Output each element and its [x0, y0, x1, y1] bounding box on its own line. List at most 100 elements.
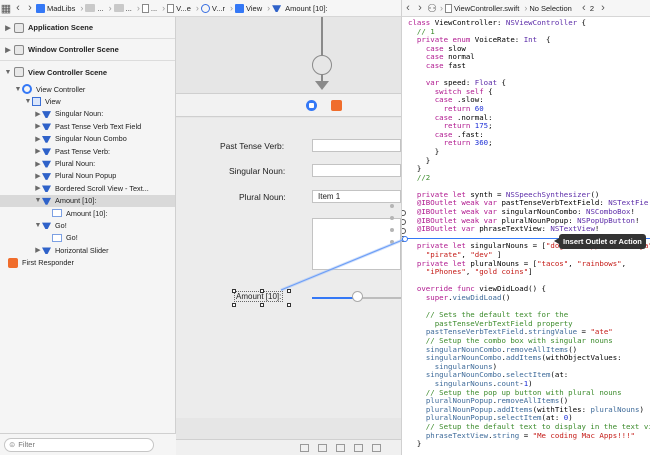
resize-handle[interactable]	[260, 303, 264, 307]
outline-item-first-responder[interactable]: First Responder	[0, 256, 175, 268]
resolve-icon[interactable]	[354, 444, 363, 452]
view-controller-view[interactable]: Past Tense Verb: Singular Noun: Plural N…	[176, 118, 401, 418]
previous-issue-icon[interactable]: ‹	[578, 2, 590, 14]
outline-item[interactable]: ▶ Plural Noun:	[0, 157, 175, 169]
outlet-connection-icon[interactable]	[402, 210, 406, 216]
outline-item[interactable]: ▼ View Controller	[0, 83, 175, 95]
outline-item[interactable]: Amount [10]:	[0, 207, 175, 219]
embed-icon[interactable]	[300, 444, 309, 452]
canvas-toolbar	[176, 439, 401, 455]
singular-noun-combo[interactable]	[312, 164, 401, 177]
resize-handle[interactable]	[287, 303, 291, 307]
disclosure-triangle-icon[interactable]: ▶	[34, 147, 42, 155]
outline-item[interactable]: ▶ Plural Noun Popup	[0, 170, 175, 182]
pin-icon[interactable]	[336, 444, 345, 452]
outline-item[interactable]: ▼ Go!	[0, 219, 175, 231]
amount-label[interactable]: Amount [10]:	[234, 291, 284, 302]
breadcrumb-separator: ›	[80, 3, 84, 13]
view-controller-icon[interactable]	[306, 100, 317, 111]
breadcrumb-view[interactable]: View	[234, 3, 262, 13]
resize-handle[interactable]	[232, 289, 236, 293]
code-token: !	[634, 215, 640, 225]
forward-arrow-icon[interactable]: ›	[24, 2, 36, 14]
outline-item[interactable]: ▶ Singular Noun Combo	[0, 133, 175, 145]
disclosure-triangle-icon[interactable]: ▶	[34, 160, 42, 168]
segue-icon[interactable]	[312, 55, 332, 75]
code-token: addItems	[505, 353, 542, 363]
outline-item[interactable]: ▼ Amount [10]:	[0, 194, 175, 207]
outline-item[interactable]: ▼ View	[0, 95, 175, 107]
disclosure-triangle-icon[interactable]: ▼	[24, 98, 32, 105]
next-issue-icon[interactable]: ›	[597, 2, 609, 14]
resizing-icon[interactable]	[372, 444, 381, 452]
outline-item[interactable]: ▶ Horizontal Slider	[0, 244, 175, 256]
breadcrumb-amount[interactable]: Amount [10]:	[272, 4, 328, 13]
code-token: "iPhones"	[425, 267, 466, 277]
grid-icon[interactable]: ▦	[0, 2, 12, 15]
object-icon	[42, 123, 51, 131]
code-line: }	[408, 147, 650, 157]
phrase-text-view[interactable]	[312, 218, 401, 270]
breadcrumb-scene[interactable]: V...e	[167, 3, 191, 13]
object-icon	[42, 173, 51, 180]
plural-noun-popup[interactable]: Item 1	[312, 190, 401, 203]
disclosure-triangle-icon[interactable]: ▼	[34, 197, 42, 204]
code-line: class ViewController: NSViewController {	[408, 18, 650, 28]
object-icon	[42, 185, 51, 193]
scene-window-controller[interactable]: ▶ Window Controller Scene	[0, 39, 175, 61]
breadcrumb-selection[interactable]: No Selection	[529, 4, 572, 13]
code-token: viewDidLoad	[452, 293, 502, 302]
disclosure-triangle-icon[interactable]: ▼	[4, 69, 12, 76]
outlet-connection-icon[interactable]	[402, 228, 406, 234]
disclosure-triangle-icon[interactable]: ▶	[34, 122, 42, 130]
disclosure-triangle-icon[interactable]: ▶	[34, 135, 42, 143]
folder-icon	[85, 4, 96, 12]
back-arrow-icon[interactable]: ‹	[402, 2, 414, 14]
document-outline: ▶ Application Scene ▶ Window Controller Sc…	[0, 17, 176, 455]
jump-bar-left: ▦ ‹ › MadLibs › ... › ... › ... › V...e …	[0, 0, 401, 17]
past-tense-verb-text-field[interactable]	[312, 139, 401, 152]
scene-view-controller[interactable]: ▼ View Controller Scene	[0, 61, 175, 83]
disclosure-triangle-icon[interactable]: ▼	[34, 222, 42, 229]
align-icon[interactable]	[318, 444, 327, 452]
first-responder-icon[interactable]	[331, 100, 342, 111]
slider-knob[interactable]	[352, 291, 363, 302]
code-token: pluralNouns	[590, 404, 640, 414]
disclosure-triangle-icon[interactable]: ▶	[4, 24, 12, 32]
resize-handle[interactable]	[260, 289, 264, 293]
scene-application[interactable]: ▶ Application Scene	[0, 17, 175, 39]
outlet-connection-icon[interactable]	[402, 219, 406, 225]
breadcrumb-project[interactable]: MadLibs	[36, 3, 75, 13]
outline-item[interactable]: ▶ Bordered Scroll View - Text...	[0, 182, 175, 194]
disclosure-triangle-icon[interactable]: ▼	[14, 86, 22, 93]
filter-input[interactable]	[18, 440, 139, 449]
back-arrow-icon[interactable]: ‹	[12, 2, 24, 14]
disclosure-triangle-icon[interactable]: ▶	[34, 246, 42, 254]
disclosure-triangle-icon[interactable]: ▶	[34, 110, 42, 118]
code-line: "iPhones", "gold coins"]	[408, 267, 650, 277]
breadcrumb-view-controller[interactable]: V...r	[200, 3, 225, 13]
disclosure-triangle-icon[interactable]: ▶	[34, 172, 42, 180]
related-items-icon[interactable]: ⚇	[426, 2, 438, 15]
disclosure-triangle-icon[interactable]: ▶	[34, 184, 42, 192]
filter-field[interactable]: ⊜	[4, 437, 154, 452]
breadcrumb-storyboard[interactable]: ...	[141, 3, 157, 13]
breadcrumb-folder-2[interactable]: ...	[113, 4, 132, 13]
disclosure-triangle-icon[interactable]: ▶	[4, 46, 12, 54]
breadcrumb-swift-file[interactable]: ViewController.swift	[445, 3, 519, 13]
storyboard-canvas[interactable]: Past Tense Verb: Singular Noun: Plural N…	[176, 17, 401, 455]
object-icon	[42, 197, 51, 205]
forward-arrow-icon[interactable]: ›	[414, 2, 426, 14]
view-icon	[234, 3, 244, 13]
outline-item[interactable]: Go!	[0, 232, 175, 244]
outline-item[interactable]: ▶ Singular Noun:	[0, 108, 175, 120]
document-icon	[141, 3, 149, 13]
code-token: {	[577, 18, 587, 27]
resize-handle[interactable]	[287, 289, 291, 293]
object-icon	[272, 5, 282, 12]
breadcrumb-folder[interactable]: ...	[85, 4, 104, 13]
outline-item[interactable]: ▶ Past Tense Verb Text Field	[0, 120, 175, 132]
outline-item[interactable]: ▶ Past Tense Verb:	[0, 145, 175, 157]
resize-handle[interactable]	[232, 303, 236, 307]
breadcrumb-separator: ›	[229, 3, 233, 13]
